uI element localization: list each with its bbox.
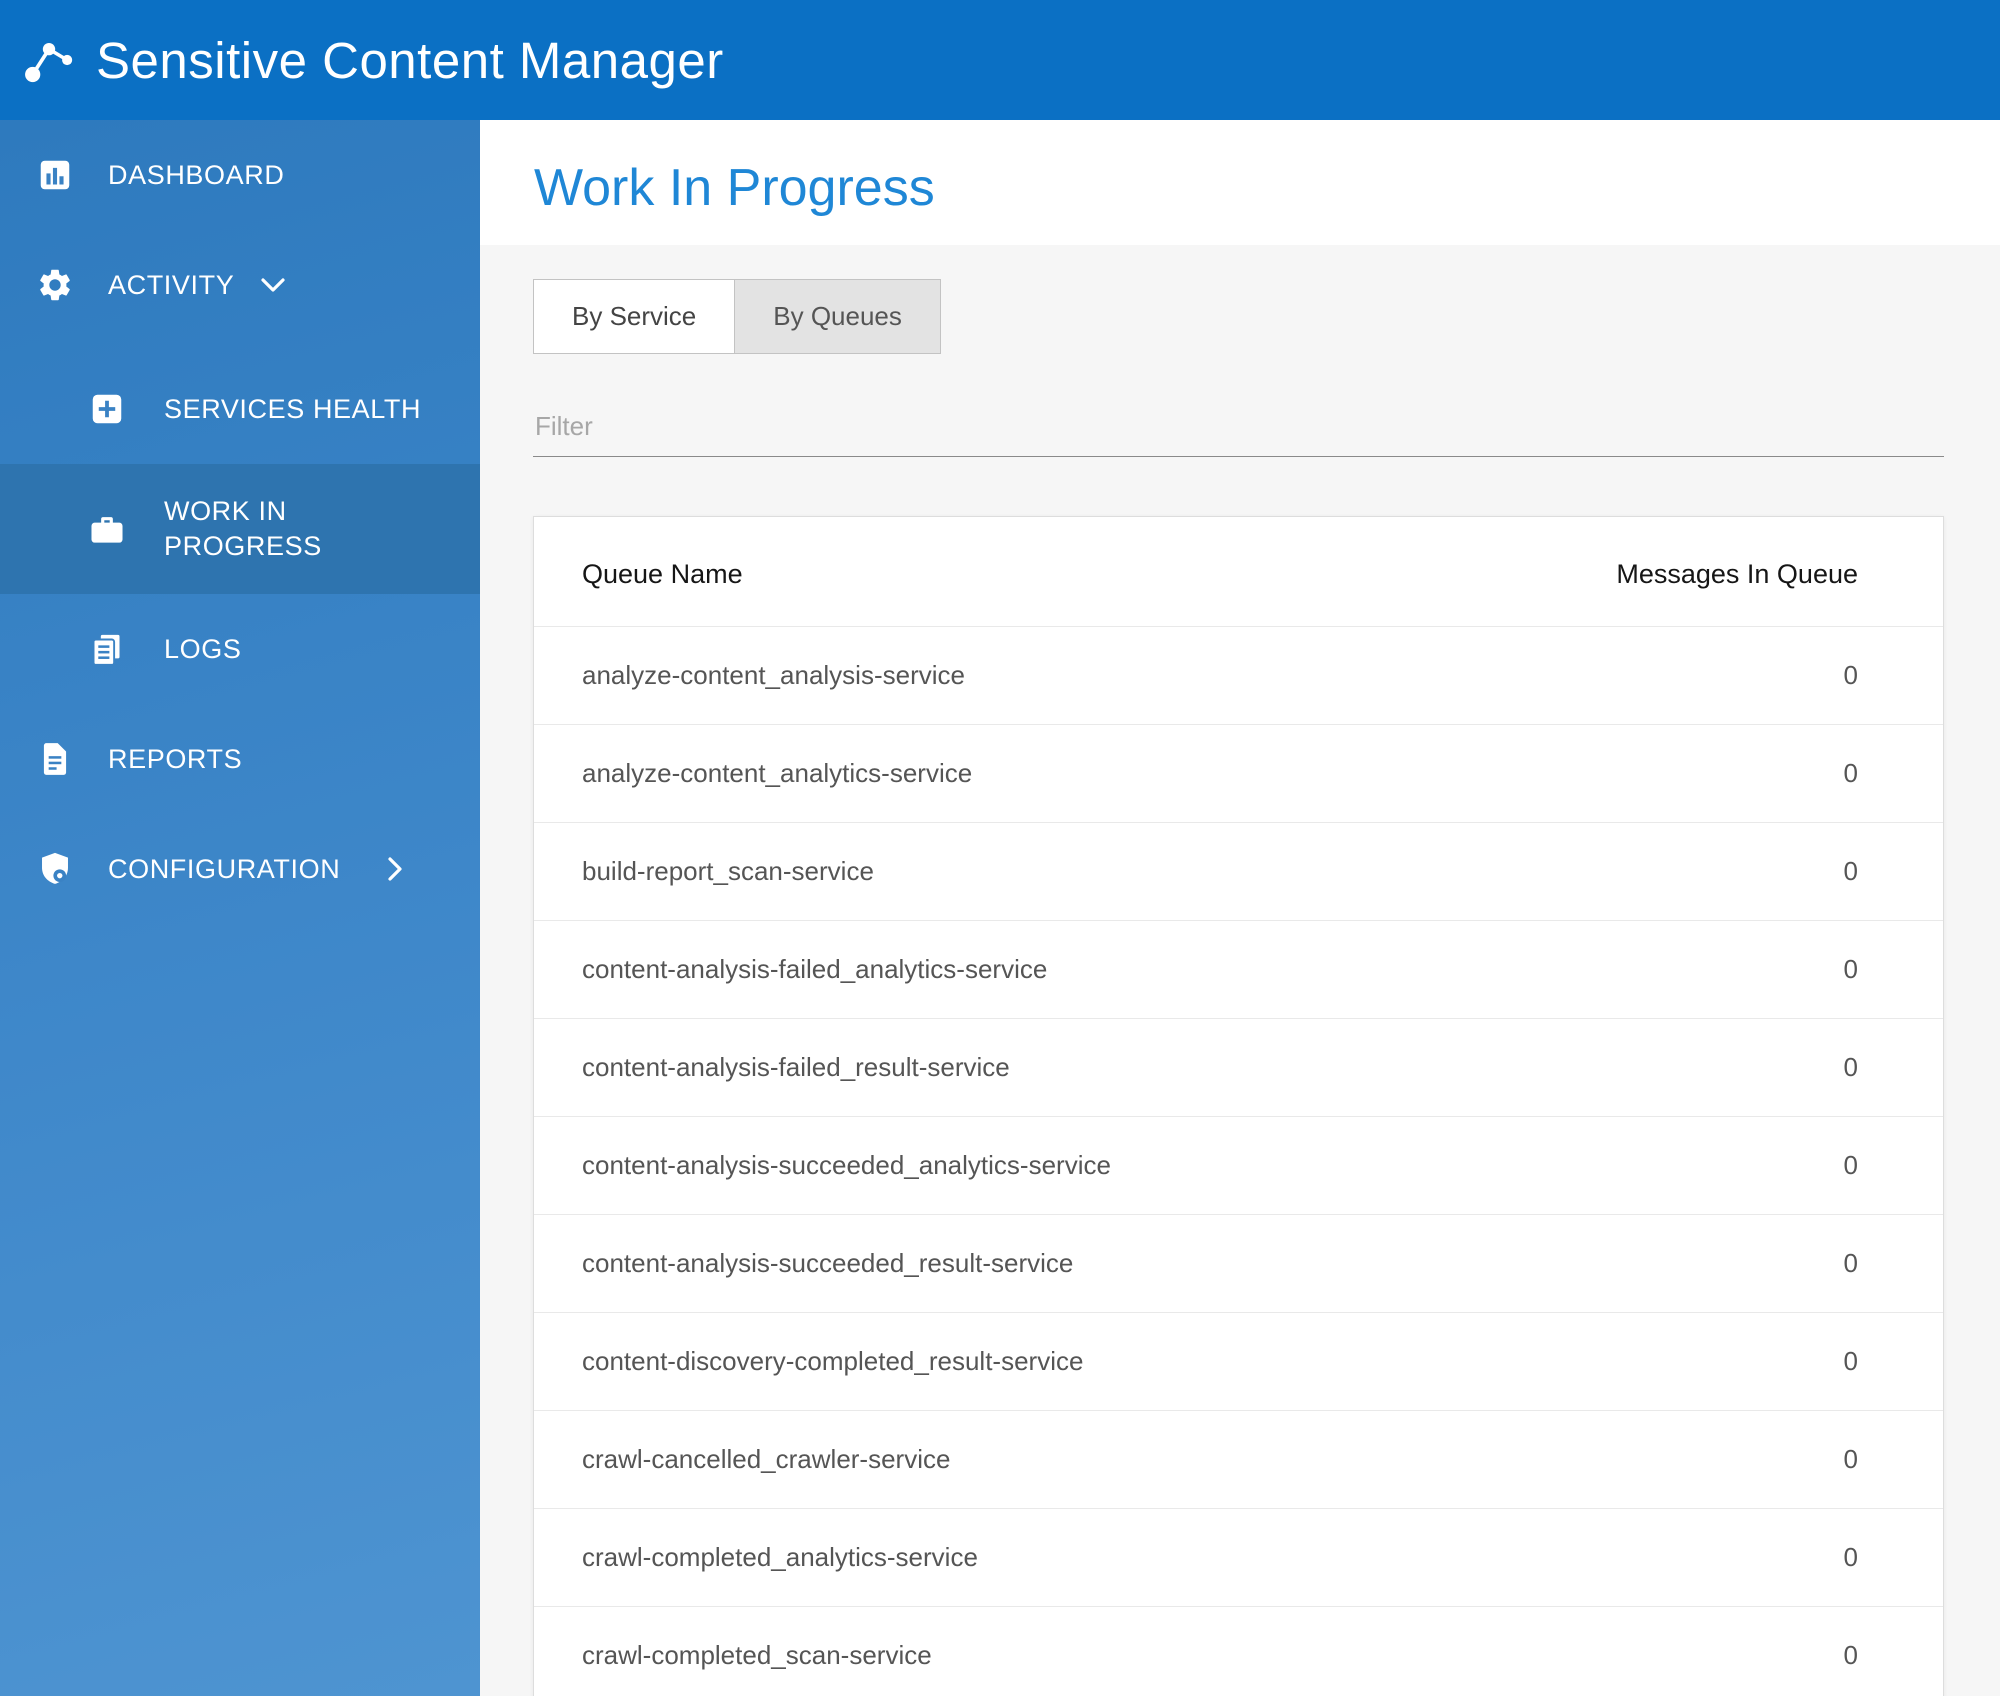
sidebar-item-label: SERVICES HEALTH bbox=[164, 393, 422, 424]
messages-count-cell: 0 bbox=[1433, 920, 1943, 1019]
dashboard-icon bbox=[36, 156, 74, 194]
table-row: analyze-content_analytics-service 0 bbox=[534, 724, 1943, 823]
queues-card: Queue Name Messages In Queue analyze-con… bbox=[533, 516, 1944, 1696]
filter-input[interactable] bbox=[533, 403, 1944, 457]
messages-count-cell: 0 bbox=[1433, 724, 1943, 823]
table-row: analyze-content_analysis-service 0 bbox=[534, 626, 1943, 725]
table-row: content-analysis-succeeded_result-servic… bbox=[534, 1214, 1943, 1313]
table-row: crawl-cancelled_crawler-service 0 bbox=[534, 1410, 1943, 1509]
sidebar-item-services-health[interactable]: SERVICES HEALTH bbox=[0, 354, 480, 464]
messages-count-cell: 0 bbox=[1433, 1116, 1943, 1215]
sidebar-item-label: DASHBOARD bbox=[108, 159, 285, 190]
queue-name-cell: crawl-completed_analytics-service bbox=[534, 1508, 1434, 1607]
page-title: Work In Progress bbox=[534, 159, 935, 217]
messages-count-cell: 0 bbox=[1433, 626, 1943, 725]
tab-by-queues[interactable]: By Queues bbox=[735, 279, 941, 354]
table-row: content-analysis-succeeded_analytics-ser… bbox=[534, 1116, 1943, 1215]
title-band: Work In Progress bbox=[480, 120, 2000, 245]
sidebar-item-logs[interactable]: LOGS bbox=[0, 594, 480, 704]
chevron-right-icon bbox=[386, 856, 404, 882]
queue-name-header: Queue Name bbox=[582, 559, 743, 589]
sidebar-item-label: WORK IN PROGRESS bbox=[164, 496, 322, 561]
queue-name-cell: content-discovery-completed_result-servi… bbox=[534, 1312, 1434, 1411]
sidebar-item-label: CONFIGURATION bbox=[108, 853, 341, 884]
logs-icon bbox=[88, 630, 126, 668]
table-row: content-discovery-completed_result-servi… bbox=[534, 1312, 1943, 1411]
sidebar-item-work-in-progress[interactable]: WORK IN PROGRESS bbox=[0, 464, 480, 594]
messages-count-cell: 0 bbox=[1433, 1508, 1943, 1607]
app-header: Sensitive Content Manager bbox=[0, 0, 2000, 120]
table-row: build-report_scan-service 0 bbox=[534, 822, 1943, 921]
messages-count-cell: 0 bbox=[1433, 1214, 1943, 1313]
messages-count-cell: 0 bbox=[1433, 1606, 1943, 1696]
sidebar-item-dashboard[interactable]: DASHBOARD bbox=[0, 120, 480, 230]
queue-name-cell: analyze-content_analytics-service bbox=[534, 724, 1434, 823]
queues-table-body: analyze-content_analysis-service 0 analy… bbox=[534, 626, 1943, 1696]
table-row: content-analysis-failed_analytics-servic… bbox=[534, 920, 1943, 1019]
chevron-down-icon bbox=[260, 276, 286, 294]
sidebar: DASHBOARD ACTIVITY SERVICES HEALTH WORK … bbox=[0, 120, 480, 1696]
gear-icon bbox=[36, 266, 74, 304]
queue-name-cell: crawl-completed_scan-service bbox=[534, 1606, 1434, 1696]
main-content: Work In Progress By Service By Queues Qu… bbox=[480, 120, 2000, 1696]
sidebar-item-label: REPORTS bbox=[108, 743, 243, 774]
app-title: Sensitive Content Manager bbox=[96, 31, 724, 89]
health-icon bbox=[88, 390, 126, 428]
messages-count-cell: 0 bbox=[1433, 1410, 1943, 1509]
briefcase-icon bbox=[88, 510, 126, 548]
messages-count-cell: 0 bbox=[1433, 1018, 1943, 1117]
messages-in-queue-header: Messages In Queue bbox=[1616, 559, 1858, 589]
report-icon bbox=[36, 740, 74, 778]
shield-gear-icon bbox=[36, 850, 74, 888]
sidebar-item-reports[interactable]: REPORTS bbox=[0, 704, 480, 814]
sidebar-item-label: ACTIVITY bbox=[108, 269, 235, 300]
queues-table: Queue Name Messages In Queue analyze-con… bbox=[534, 517, 1943, 1696]
queue-name-cell: crawl-cancelled_crawler-service bbox=[534, 1410, 1434, 1509]
queue-name-cell: content-analysis-failed_result-service bbox=[534, 1018, 1434, 1117]
queue-name-cell: content-analysis-succeeded_analytics-ser… bbox=[534, 1116, 1434, 1215]
queue-name-cell: content-analysis-succeeded_result-servic… bbox=[534, 1214, 1434, 1313]
queue-name-cell: build-report_scan-service bbox=[534, 822, 1434, 921]
messages-count-cell: 0 bbox=[1433, 822, 1943, 921]
table-row: crawl-completed_analytics-service 0 bbox=[534, 1508, 1943, 1607]
table-row: crawl-completed_scan-service 0 bbox=[534, 1606, 1943, 1696]
app-logo-icon bbox=[16, 27, 82, 93]
sidebar-item-activity[interactable]: ACTIVITY bbox=[0, 230, 480, 340]
view-tabs: By Service By Queues bbox=[533, 279, 1944, 354]
queue-name-cell: analyze-content_analysis-service bbox=[534, 626, 1434, 725]
sidebar-item-configuration[interactable]: CONFIGURATION bbox=[0, 814, 480, 924]
table-row: content-analysis-failed_result-service 0 bbox=[534, 1018, 1943, 1117]
tab-by-service[interactable]: By Service bbox=[533, 279, 736, 354]
content-area: By Service By Queues Queue Name Messages… bbox=[480, 245, 2000, 1696]
messages-count-cell: 0 bbox=[1433, 1312, 1943, 1411]
sidebar-item-label: LOGS bbox=[164, 633, 242, 664]
queue-name-cell: content-analysis-failed_analytics-servic… bbox=[534, 920, 1434, 1019]
